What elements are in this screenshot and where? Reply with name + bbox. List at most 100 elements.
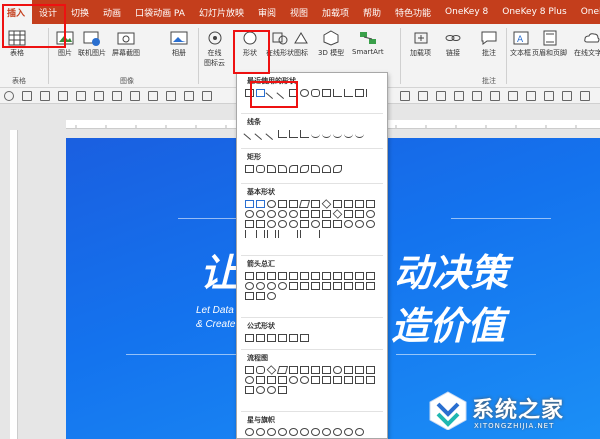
shape-plus[interactable] xyxy=(245,334,254,342)
shape-left-callout[interactable] xyxy=(355,282,364,290)
shape-data[interactable] xyxy=(276,366,289,374)
shape-star-6[interactable] xyxy=(289,428,298,436)
shape-multiply[interactable] xyxy=(267,334,276,342)
redo-icon[interactable] xyxy=(22,91,32,101)
rotate-icon[interactable] xyxy=(184,91,194,101)
tab-onekey10[interactable]: OneKey 10 xyxy=(574,0,600,24)
effect-icon[interactable] xyxy=(472,91,482,101)
shape-snip-rect-3[interactable] xyxy=(289,165,298,173)
shape-cloud[interactable] xyxy=(366,220,375,228)
shape-brace[interactable] xyxy=(366,89,375,97)
shape-curved-down-arrow[interactable] xyxy=(278,282,287,290)
shape-down-callout[interactable] xyxy=(344,282,353,290)
shape-no-symbol[interactable] xyxy=(278,220,287,228)
shape-octagon[interactable] xyxy=(366,200,375,208)
shape-block-arc[interactable] xyxy=(289,220,298,228)
customize-icon[interactable] xyxy=(580,91,590,101)
shape-multidocument[interactable] xyxy=(322,366,331,374)
shape-sort[interactable] xyxy=(322,376,331,384)
tab-animations[interactable]: 动画 xyxy=(96,0,128,24)
shape-snip-rect-2[interactable] xyxy=(278,165,287,173)
shape-down-arrow[interactable] xyxy=(278,272,287,280)
shape-curved-left-arrow[interactable] xyxy=(256,282,265,290)
shape-trapezoid[interactable] xyxy=(311,200,320,208)
shape-double-arrow[interactable] xyxy=(265,128,278,140)
shape-plaque[interactable] xyxy=(355,210,364,218)
shape-right-arrow[interactable] xyxy=(245,272,254,280)
shape-divide[interactable] xyxy=(278,334,287,342)
undo-icon[interactable] xyxy=(4,91,14,101)
shape-right-bracket[interactable] xyxy=(289,230,298,238)
slide-subtitle-line2[interactable]: & Create xyxy=(196,319,235,330)
shape-delay[interactable] xyxy=(366,376,375,384)
icons-button[interactable]: 图标 xyxy=(292,30,310,58)
shape-dodecagon[interactable] xyxy=(256,210,265,218)
shape-right-brace[interactable] xyxy=(311,230,320,238)
slide-title-part1[interactable]: 让 xyxy=(200,242,238,297)
shape-notched-arrow[interactable] xyxy=(300,282,309,290)
shape-oval[interactable] xyxy=(300,89,309,97)
shape-parallelogram[interactable] xyxy=(298,200,311,208)
tab-features[interactable]: 特色功能 xyxy=(388,0,438,24)
shape-stored-data[interactable] xyxy=(355,376,364,384)
wordcloud-button[interactable]: 在线文字云 xyxy=(574,30,600,58)
shape-left-right-up-arrow[interactable] xyxy=(322,272,331,280)
3d-model-button[interactable]: 3D 模型 xyxy=(318,30,344,58)
shape-offpage-connector[interactable] xyxy=(256,376,265,384)
shape-star-12[interactable] xyxy=(333,428,342,436)
shape-freeform[interactable] xyxy=(344,130,353,138)
shape-circular-arrow[interactable] xyxy=(267,292,276,300)
shape-star-10[interactable] xyxy=(322,428,331,436)
shape-snip-rect[interactable] xyxy=(267,165,276,173)
shape-textbox[interactable] xyxy=(245,200,254,208)
shape-process[interactable] xyxy=(245,366,254,374)
shape-terminator[interactable] xyxy=(333,366,342,374)
shape-preparation[interactable] xyxy=(344,366,353,374)
shape-collate[interactable] xyxy=(311,376,320,384)
chart-icon[interactable] xyxy=(400,91,410,101)
shape-up-callout[interactable] xyxy=(366,282,375,290)
tab-review[interactable]: 审阅 xyxy=(251,0,283,24)
fill-icon[interactable] xyxy=(436,91,446,101)
addin-button[interactable]: 加载项 xyxy=(410,30,431,58)
shape-round-diag[interactable] xyxy=(300,165,309,173)
shape-star-4[interactable] xyxy=(267,428,276,436)
shape-not-equal[interactable] xyxy=(300,334,309,342)
online-icons-button[interactable]: 在线 图标云 xyxy=(204,30,225,68)
shape-oval[interactable] xyxy=(267,200,276,208)
shape-decision[interactable] xyxy=(266,365,277,375)
shape-curve[interactable] xyxy=(311,130,320,138)
shape-right-callout[interactable] xyxy=(333,282,342,290)
outline-icon[interactable] xyxy=(454,91,464,101)
shape-round-top[interactable] xyxy=(322,165,331,173)
shape-card[interactable] xyxy=(267,376,276,384)
shape-round-diag-2[interactable] xyxy=(333,165,342,173)
shape-rounded-rect[interactable] xyxy=(311,89,320,97)
shape-magnetic-disk[interactable] xyxy=(256,386,265,394)
size-icon[interactable] xyxy=(526,91,536,101)
shape-curve-arrow[interactable] xyxy=(322,130,331,138)
shape-star-7[interactable] xyxy=(300,428,309,436)
shape-internal-storage[interactable] xyxy=(300,366,309,374)
tab-onekey8plus[interactable]: OneKey 8 Plus xyxy=(495,0,573,24)
shape-curved-right-arrow[interactable] xyxy=(245,282,254,290)
tab-slideshow[interactable]: 幻灯片放映 xyxy=(192,0,251,24)
smartart-button[interactable]: SmartArt xyxy=(352,30,384,56)
shape-or[interactable] xyxy=(300,376,309,384)
shape-quad-callout[interactable] xyxy=(256,292,265,300)
shape-direct-access[interactable] xyxy=(267,386,276,394)
crop-icon[interactable] xyxy=(418,91,428,101)
distribute-icon[interactable] xyxy=(112,91,122,101)
align-left-icon[interactable] xyxy=(58,91,68,101)
align-right-icon[interactable] xyxy=(94,91,104,101)
shape-display[interactable] xyxy=(278,386,287,394)
shape-extract[interactable] xyxy=(333,376,342,384)
shape-diagonal-stripe[interactable] xyxy=(332,209,343,219)
shape-round-snip[interactable] xyxy=(311,165,320,173)
shape-equal[interactable] xyxy=(289,334,298,342)
layout-icon[interactable] xyxy=(562,91,572,101)
shape-chevron[interactable] xyxy=(322,282,331,290)
shape-left-arrow[interactable] xyxy=(256,272,265,280)
screenshot-button[interactable]: 屏幕截图 xyxy=(112,30,140,58)
tab-help[interactable]: 帮助 xyxy=(356,0,388,24)
